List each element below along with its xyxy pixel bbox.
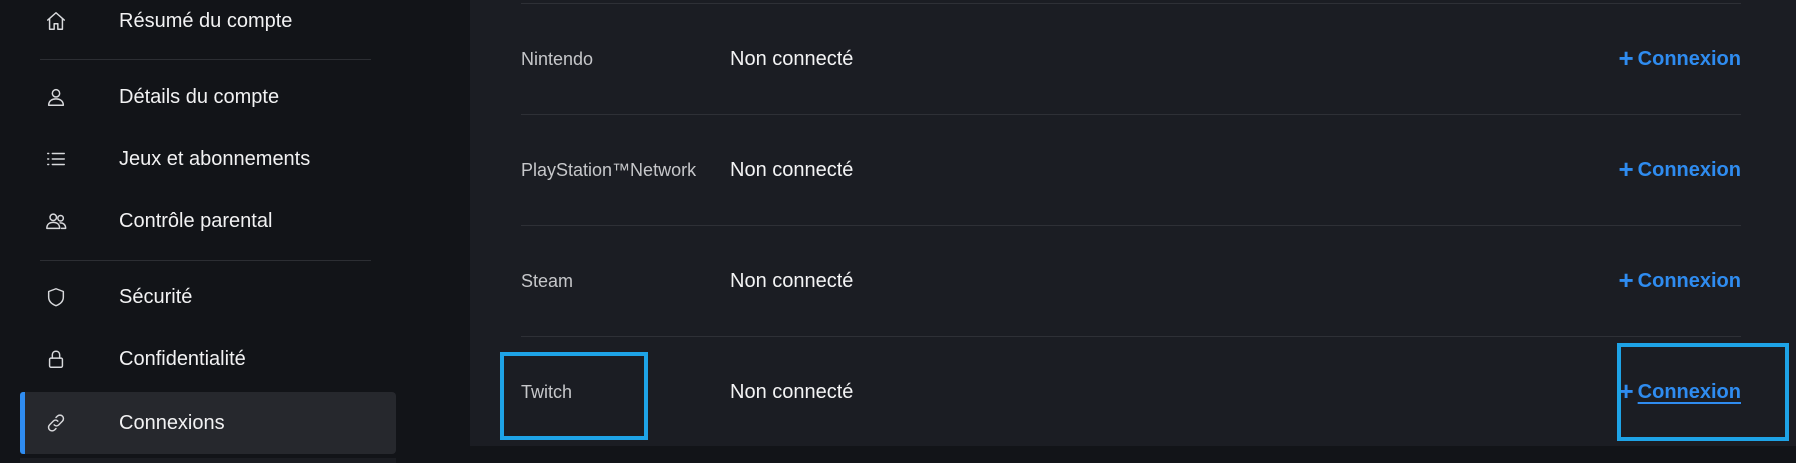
- connect-button-nintendo[interactable]: + Connexion: [1618, 4, 1741, 114]
- connection-status: Non connecté: [730, 48, 854, 70]
- sidebar-item-label: Confidentialité: [119, 347, 246, 370]
- sidebar-item-label: Contrôle parental: [119, 209, 273, 232]
- plus-icon: +: [1618, 265, 1634, 295]
- connect-label: Connexion: [1637, 47, 1741, 70]
- connect-label: Connexion: [1637, 380, 1741, 403]
- sidebar-item-label: Résumé du compte: [119, 9, 293, 32]
- connection-status: Non connecté: [730, 159, 854, 181]
- connect-button-steam[interactable]: + Connexion: [1618, 226, 1741, 336]
- shield-icon: [44, 285, 68, 309]
- connect-label: Connexion: [1637, 269, 1741, 292]
- connection-row-steam: Steam Non connecté + Connexion: [521, 226, 1741, 336]
- connections-panel: Nintendo Non connecté + Connexion PlaySt…: [470, 0, 1796, 446]
- lock-icon: [44, 347, 68, 371]
- connection-status: Non connecté: [730, 270, 854, 292]
- connect-button-playstation[interactable]: + Connexion: [1618, 115, 1741, 225]
- sidebar-item-security[interactable]: Sécurité: [20, 266, 396, 328]
- service-name: Steam: [521, 271, 574, 291]
- link-icon: [44, 411, 68, 435]
- app-root: Résumé du compte Détails du compte Jeux …: [0, 0, 1796, 463]
- sidebar-item-label: Sécurité: [119, 285, 193, 308]
- sidebar-item-label: Connexions: [119, 411, 225, 434]
- connection-row-playstation: PlayStation™Network Non connecté + Conne…: [521, 115, 1741, 225]
- users-icon: [44, 209, 68, 233]
- sidebar-divider: [40, 260, 371, 261]
- user-icon: [44, 85, 68, 109]
- service-name: PlayStation™Network: [521, 160, 697, 180]
- sidebar-item-privacy[interactable]: Confidentialité: [20, 328, 396, 390]
- sidebar-divider: [40, 59, 371, 60]
- sidebar-bottom-strip: [20, 458, 396, 463]
- sidebar-item-parental-control[interactable]: Contrôle parental: [20, 190, 396, 252]
- sidebar-item-account-details[interactable]: Détails du compte: [20, 66, 396, 128]
- service-name: Twitch: [521, 382, 573, 402]
- connection-status: Non connecté: [730, 381, 854, 403]
- service-name: Nintendo: [521, 49, 594, 69]
- connect-label: Connexion: [1637, 158, 1741, 181]
- sidebar-nav: Résumé du compte Détails du compte Jeux …: [0, 0, 470, 463]
- connect-button-twitch[interactable]: + Connexion: [1618, 337, 1741, 447]
- connection-row-nintendo: Nintendo Non connecté + Connexion: [521, 4, 1741, 114]
- sidebar-item-label: Détails du compte: [119, 85, 280, 108]
- sidebar-item-label: Jeux et abonnements: [119, 147, 311, 170]
- plus-icon: +: [1618, 43, 1634, 73]
- list-icon: [44, 147, 68, 171]
- connection-row-twitch: Twitch Non connecté + Connexion: [521, 337, 1741, 447]
- plus-icon: +: [1618, 376, 1634, 406]
- sidebar-item-games-subscriptions[interactable]: Jeux et abonnements: [20, 128, 396, 190]
- sidebar-item-account-summary[interactable]: Résumé du compte: [20, 0, 396, 52]
- plus-icon: +: [1618, 154, 1634, 184]
- home-icon: [44, 9, 68, 33]
- sidebar-item-connections[interactable]: Connexions: [20, 392, 396, 454]
